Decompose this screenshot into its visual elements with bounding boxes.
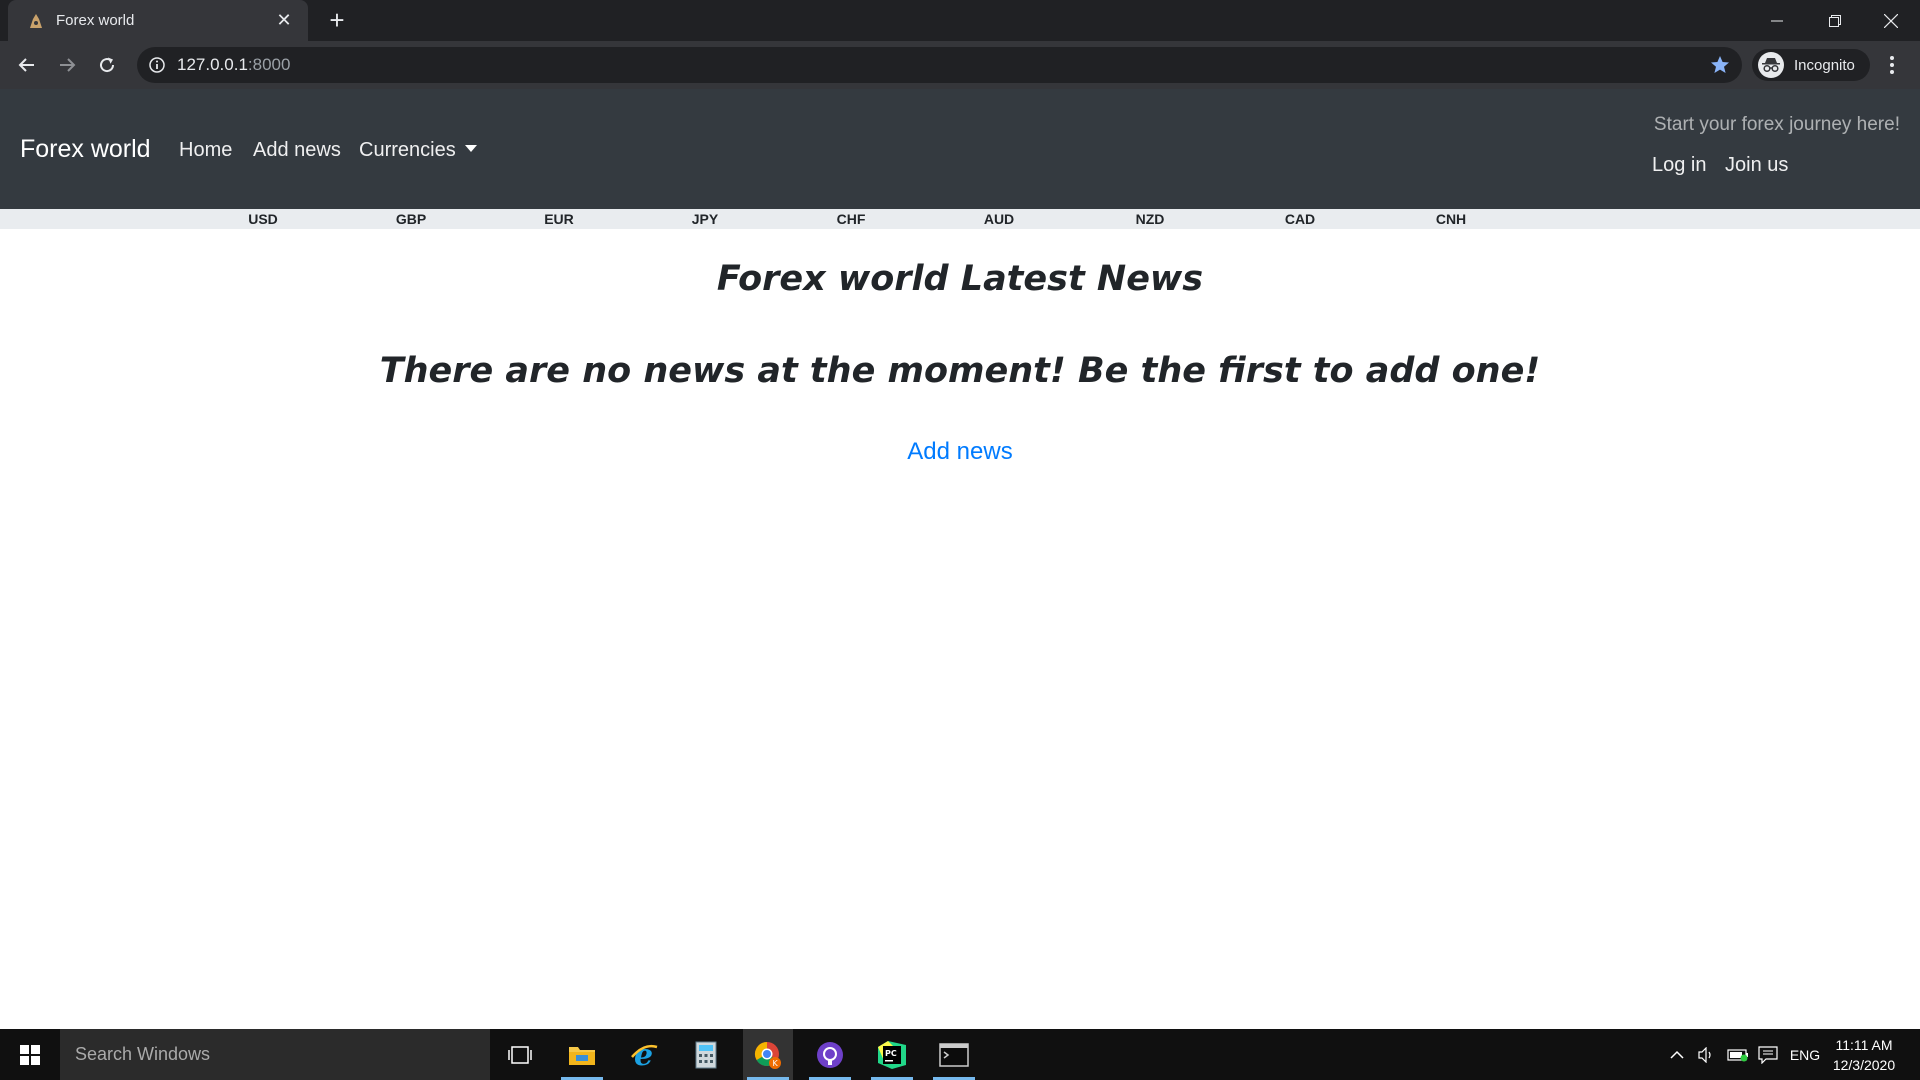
clock-date: 12/3/2020 bbox=[1832, 1057, 1896, 1073]
nav-currencies-label: Currencies bbox=[359, 139, 456, 161]
page-favicon-icon bbox=[28, 13, 44, 29]
bookmark-star-icon[interactable] bbox=[1710, 55, 1730, 75]
add-news-container: Add news bbox=[0, 438, 1920, 466]
task-view-icon[interactable] bbox=[495, 1029, 545, 1080]
taskbar-clock[interactable]: 11:11 AM 12/3/2020 bbox=[1822, 1035, 1906, 1075]
volume-icon[interactable] bbox=[1693, 1029, 1719, 1080]
currency-nzd[interactable]: NZD bbox=[1136, 211, 1165, 227]
back-button[interactable] bbox=[11, 49, 43, 81]
svg-text:PC: PC bbox=[885, 1049, 897, 1058]
site-brand-link[interactable]: Forex world bbox=[20, 135, 151, 164]
currency-cad[interactable]: CAD bbox=[1285, 211, 1315, 227]
browser-menu-icon[interactable] bbox=[1880, 51, 1904, 79]
internet-explorer-icon[interactable]: e bbox=[619, 1029, 669, 1080]
browser-tab[interactable]: Forex world ✕ bbox=[8, 0, 308, 41]
currency-cnh[interactable]: CNH bbox=[1436, 211, 1466, 227]
browser-tab-strip: Forex world ✕ + bbox=[0, 0, 1920, 41]
nav-currencies-dropdown[interactable]: Currencies bbox=[359, 139, 477, 162]
new-tab-button[interactable]: + bbox=[322, 6, 352, 36]
currency-jpy[interactable]: JPY bbox=[692, 211, 718, 227]
windows-taskbar: Search Windows e K PC ENG 11:11 AM 12/3/… bbox=[0, 1029, 1920, 1080]
currency-eur[interactable]: EUR bbox=[544, 211, 574, 227]
url-port: :8000 bbox=[247, 55, 291, 74]
clock-time: 11:11 AM bbox=[1835, 1037, 1893, 1053]
login-link[interactable]: Log in bbox=[1652, 154, 1707, 177]
terminal-icon[interactable] bbox=[929, 1029, 979, 1080]
forward-button[interactable] bbox=[51, 49, 83, 81]
search-placeholder: Search Windows bbox=[75, 1044, 211, 1064]
chrome-icon[interactable]: K bbox=[743, 1029, 793, 1080]
battery-icon[interactable] bbox=[1723, 1029, 1753, 1080]
github-desktop-icon[interactable] bbox=[805, 1029, 855, 1080]
restore-window-button[interactable] bbox=[1806, 0, 1864, 41]
incognito-label: Incognito bbox=[1794, 56, 1855, 74]
nav-add-news-link[interactable]: Add news bbox=[253, 139, 341, 162]
svg-text:K: K bbox=[773, 1059, 779, 1068]
empty-news-message: There are no news at the moment! Be the … bbox=[379, 351, 1541, 391]
input-language-indicator[interactable]: ENG bbox=[1785, 1029, 1825, 1080]
nav-home-link[interactable]: Home bbox=[179, 139, 232, 162]
site-navbar: Forex world Home Add news Currencies Sta… bbox=[0, 89, 1920, 209]
address-bar[interactable]: 127.0.0.1:8000 bbox=[137, 47, 1742, 83]
currency-chf[interactable]: CHF bbox=[837, 211, 866, 227]
close-tab-icon[interactable]: ✕ bbox=[274, 10, 294, 31]
add-news-link[interactable]: Add news bbox=[907, 438, 1012, 465]
start-button[interactable] bbox=[0, 1029, 60, 1080]
dropdown-caret-icon bbox=[464, 145, 477, 152]
navbar-tagline: Start your forex journey here! bbox=[1653, 114, 1900, 135]
site-info-icon[interactable] bbox=[149, 57, 165, 73]
url-text: 127.0.0.1:8000 bbox=[177, 55, 290, 75]
currency-gbp[interactable]: GBP bbox=[396, 211, 426, 227]
tab-title: Forex world bbox=[56, 12, 135, 29]
currency-bar: USD GBP EUR JPY CHF AUD NZD CAD CNH bbox=[0, 209, 1920, 229]
url-host: 127.0.0.1 bbox=[177, 55, 248, 74]
join-us-link[interactable]: Join us bbox=[1725, 154, 1788, 177]
currency-usd[interactable]: USD bbox=[248, 211, 278, 227]
page-viewport: Forex world Home Add news Currencies Sta… bbox=[0, 89, 1920, 1029]
incognito-profile-button[interactable]: Incognito bbox=[1752, 49, 1870, 81]
calculator-icon[interactable] bbox=[681, 1029, 731, 1080]
incognito-icon bbox=[1758, 52, 1784, 78]
browser-toolbar: 127.0.0.1:8000 Incognito bbox=[0, 41, 1920, 89]
file-explorer-icon[interactable] bbox=[557, 1029, 607, 1080]
pycharm-icon[interactable]: PC bbox=[867, 1029, 917, 1080]
windows-logo-icon bbox=[20, 1044, 40, 1065]
minimize-window-button[interactable] bbox=[1748, 0, 1806, 41]
currency-aud[interactable]: AUD bbox=[984, 211, 1014, 227]
show-hidden-icons-icon[interactable] bbox=[1664, 1029, 1690, 1080]
action-center-icon[interactable] bbox=[1753, 1029, 1783, 1080]
reload-button[interactable] bbox=[91, 49, 123, 81]
taskbar-search-box[interactable]: Search Windows bbox=[60, 1029, 490, 1080]
page-title: Forex world Latest News bbox=[716, 259, 1204, 299]
close-window-button[interactable] bbox=[1862, 0, 1920, 41]
